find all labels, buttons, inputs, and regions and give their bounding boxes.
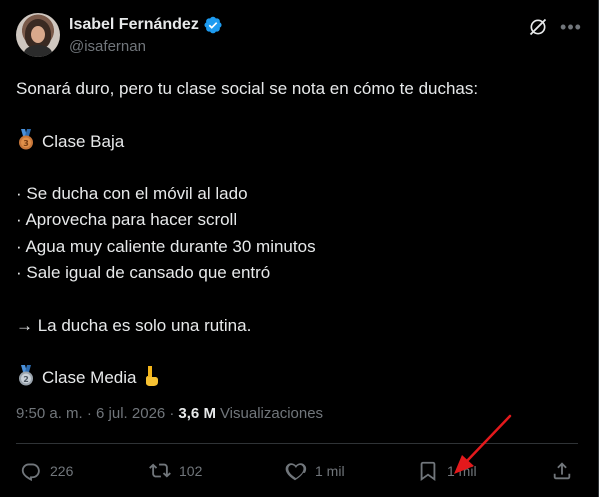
bookmark-icon: [420, 461, 436, 481]
reply-icon: [21, 463, 40, 482]
tweet-line: [16, 102, 576, 128]
verified-badge-icon: [204, 16, 222, 34]
pointing-down-emoji-icon: [145, 366, 158, 387]
silver-medal-icon: 2: [19, 365, 33, 386]
tweet-line: · Se ducha con el móvil al lado: [16, 184, 248, 204]
tweet-header: Isabel Fernández @isafernan •••: [16, 13, 583, 59]
repost-icon: [149, 463, 171, 478]
grok-icon[interactable]: [528, 17, 548, 37]
timestamp[interactable]: 9:50 a. m. · 6 jul. 2026 ·: [16, 405, 174, 422]
share-button[interactable]: [551, 455, 573, 487]
tweet-line-medal: 3 Clase Baja: [16, 128, 576, 155]
share-icon: [553, 462, 571, 480]
reply-count: 226: [50, 463, 74, 479]
author-display-name[interactable]: Isabel Fernández: [69, 16, 199, 34]
tweet-line-medal: 2 Clase Media: [16, 365, 576, 391]
annotation-arrow-icon: [454, 414, 512, 474]
more-icon[interactable]: •••: [559, 15, 583, 39]
like-button[interactable]: 1 mil: [285, 455, 345, 487]
views-count: 3,6 M: [178, 405, 216, 422]
reply-button[interactable]: 226: [20, 455, 73, 487]
tweet-line: [16, 286, 576, 312]
avatar[interactable]: [16, 13, 60, 57]
repost-button[interactable]: 102: [149, 455, 202, 487]
tweet-line: [16, 339, 576, 365]
tweet-line: Sonará duro, pero tu clase social se not…: [16, 79, 479, 98]
tweet-line: Clase Baja: [42, 131, 125, 151]
like-count: 1 mil: [315, 463, 345, 479]
tweet-line: · Sale igual de cansado que entró: [16, 263, 271, 283]
tweet-card: Isabel Fernández @isafernan ••• Sonará d…: [0, 0, 599, 497]
author-handle[interactable]: @isafernan: [69, 38, 146, 55]
repost-count: 102: [179, 463, 203, 479]
bronze-medal-icon: 3: [19, 128, 33, 150]
tweet-line: [16, 155, 576, 181]
tweet-line: → La ducha es solo una rutina.: [16, 315, 252, 335]
views-label: Visualizaciones: [219, 405, 324, 422]
medal-bronze-number: 3: [23, 139, 29, 148]
tweet-line: · Agua muy caliente durante 30 minutos: [16, 236, 316, 256]
tweet-text: Sonará duro, pero tu clase social se not…: [16, 76, 576, 392]
tweet-line: Clase Media: [42, 368, 137, 388]
author-name-row: Isabel Fernández: [69, 15, 223, 35]
tweet-line: · Aprovecha para hacer scroll: [16, 210, 238, 230]
heart-icon: [285, 463, 307, 481]
medal-silver-number: 2: [23, 375, 29, 384]
tweet-meta: 9:50 a. m. · 6 jul. 2026 · 3,6 M Visuali…: [16, 405, 323, 422]
